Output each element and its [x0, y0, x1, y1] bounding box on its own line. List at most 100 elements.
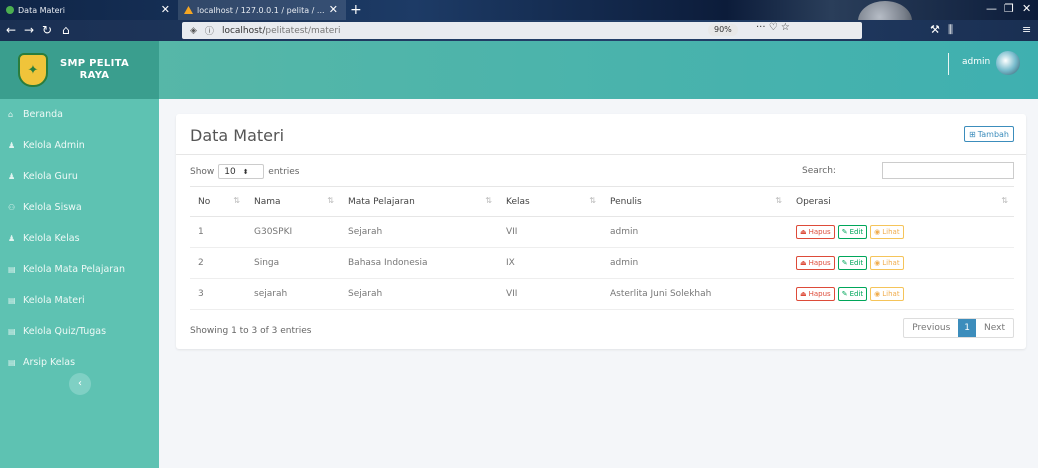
library-icon[interactable]: ⫼	[948, 23, 953, 37]
header-label: Penulis	[610, 196, 642, 207]
view-label: Lihat	[882, 259, 900, 267]
column-header-kelas[interactable]: Kelas ⇅	[498, 186, 602, 217]
view-button[interactable]: ◉ Lihat	[870, 225, 904, 239]
window-close-icon[interactable]: ✕	[1022, 2, 1031, 15]
home-icon: ⌂	[8, 110, 14, 119]
minimize-icon[interactable]: —	[986, 2, 997, 15]
page-length-select[interactable]: 10 ⬍	[218, 164, 265, 179]
cell-penulis: admin	[602, 247, 788, 279]
cell-nama: sejarah	[246, 278, 340, 310]
sort-icon: ⇅	[485, 196, 492, 205]
list-icon: ▤	[8, 296, 16, 305]
delete-button[interactable]: ⏏ Hapus	[796, 287, 835, 301]
edit-icon: ✎	[841, 290, 848, 298]
edit-label: Edit	[849, 259, 864, 267]
pagination: Previous 1 Next	[903, 318, 1014, 338]
previous-button[interactable]: Previous	[904, 319, 958, 337]
menu-icon[interactable]: ≡	[1022, 23, 1031, 36]
eye-icon: ◉	[874, 228, 881, 236]
sidebar-item-kelola-quiz-tugas[interactable]: ▤ Kelola Quiz/Tugas	[0, 316, 159, 347]
sidebar-item-label: Kelola Quiz/Tugas	[23, 326, 107, 337]
cell-kelas: VII	[498, 216, 602, 248]
app-header: ✦ SMP PELITA RAYA admin	[0, 41, 1038, 99]
user-name[interactable]: admin	[962, 57, 990, 67]
cell-kelas: IX	[498, 247, 602, 279]
delete-label: Hapus	[808, 228, 831, 236]
cell-mapel: Sejarah	[340, 216, 498, 248]
delete-button[interactable]: ⏏ Hapus	[796, 256, 835, 270]
edit-icon: ✎	[841, 228, 848, 236]
view-button[interactable]: ◉ Lihat	[870, 256, 904, 270]
column-header-mata-pelajaran[interactable]: Mata Pelajaran ⇅	[340, 186, 498, 217]
edit-button[interactable]: ✎ Edit	[837, 225, 868, 239]
show-label: Show	[190, 166, 215, 177]
sidebar-item-kelola-guru[interactable]: ♟ Kelola Guru	[0, 161, 159, 192]
tab-favicon-icon	[184, 6, 193, 14]
reload-icon[interactable]: ↻	[42, 23, 52, 37]
page-actions-icon[interactable]: ··· ♡ ☆	[756, 22, 790, 33]
column-header-nama[interactable]: Nama ⇅	[246, 186, 340, 217]
tools-icon[interactable]: ⚒	[930, 23, 940, 36]
browser-tab-phpmyadmin[interactable]: localhost / 127.0.0.1 / pelita / ... ✕	[178, 0, 346, 20]
brand[interactable]: ✦ SMP PELITA RAYA	[0, 41, 159, 99]
header-divider	[948, 53, 949, 75]
shield-icon: ◈	[190, 25, 197, 36]
header-label: Operasi	[796, 196, 831, 207]
sidebar: ⌂ Beranda ♟ Kelola Admin ♟ Kelola Guru ⚇ Kel…	[0, 99, 159, 468]
info-icon: ⓘ	[204, 27, 214, 37]
table-row: 3 sejarah Sejarah VII Asterlita Juni Sol…	[190, 278, 1014, 310]
page-1-button[interactable]: 1	[958, 319, 977, 337]
plus-square-icon: ⊞	[968, 129, 976, 139]
trash-icon: ⏏	[800, 228, 807, 236]
sort-icon: ⇅	[589, 196, 596, 205]
sidebar-item-label: Kelola Materi	[23, 295, 85, 306]
maximize-icon[interactable]: ❐	[1004, 2, 1014, 15]
search-input[interactable]	[882, 162, 1014, 179]
sidebar-item-kelola-siswa[interactable]: ⚇ Kelola Siswa	[0, 192, 159, 223]
sidebar-item-kelola-kelas[interactable]: ♟ Kelola Kelas	[0, 223, 159, 254]
user-icon: ♟	[8, 141, 16, 150]
column-header-operasi[interactable]: Operasi ⇅	[788, 186, 1014, 217]
forward-icon[interactable]: →	[24, 23, 34, 37]
school-logo-icon: ✦	[18, 53, 48, 87]
new-tab-icon[interactable]: +	[350, 0, 362, 20]
add-button[interactable]: ⊞ Tambah	[963, 126, 1014, 142]
sidebar-toggle-button[interactable]: ‹	[69, 373, 91, 395]
cell-nama: Singa	[246, 247, 340, 279]
back-icon[interactable]: ←	[6, 23, 16, 37]
table-header-row: No ⇅ Nama ⇅ Mata Pelajaran ⇅ Kelas ⇅ Penulis…	[190, 186, 1014, 217]
tab-title: Data Materi	[18, 5, 66, 15]
header-label: No	[198, 196, 211, 207]
list-icon: ▤	[8, 327, 16, 336]
entries-label: entries	[268, 166, 300, 177]
zoom-badge[interactable]: 90%	[708, 24, 738, 36]
tab-close-icon[interactable]: ✕	[161, 3, 170, 16]
column-header-no[interactable]: No ⇅	[190, 186, 246, 217]
browser-tab-data-materi[interactable]: Data Materi ✕	[0, 0, 178, 20]
next-button[interactable]: Next	[976, 319, 1013, 337]
sidebar-item-kelola-admin[interactable]: ♟ Kelola Admin	[0, 130, 159, 161]
column-header-penulis[interactable]: Penulis ⇅	[602, 186, 788, 217]
cell-nama: G30SPKI	[246, 216, 340, 248]
eye-icon: ◉	[874, 259, 881, 267]
data-materi-card: Data Materi ⊞ Tambah Show 10 ⬍ entries S…	[176, 114, 1026, 349]
sidebar-item-label: Kelola Mata Pelajaran	[23, 264, 126, 275]
avatar[interactable]	[996, 51, 1020, 75]
view-button[interactable]: ◉ Lihat	[870, 287, 904, 301]
sidebar-item-label: Kelola Siswa	[23, 202, 82, 213]
trash-icon: ⏏	[800, 259, 807, 267]
delete-button[interactable]: ⏏ Hapus	[796, 225, 835, 239]
sidebar-item-kelola-mata-pelajaran[interactable]: ▤ Kelola Mata Pelajaran	[0, 254, 159, 285]
cell-operasi: ⏏ Hapus ✎ Edit ◉ Lihat	[788, 216, 1014, 248]
sidebar-item-beranda[interactable]: ⌂ Beranda	[0, 99, 159, 130]
home-icon[interactable]: ⌂	[62, 23, 70, 37]
tab-close-icon[interactable]: ✕	[329, 3, 338, 16]
edit-button[interactable]: ✎ Edit	[837, 287, 868, 301]
cell-operasi: ⏏ Hapus ✎ Edit ◉ Lihat	[788, 247, 1014, 279]
sidebar-item-kelola-materi[interactable]: ▤ Kelola Materi	[0, 285, 159, 316]
cell-no: 1	[190, 216, 246, 248]
page-title: Data Materi	[190, 126, 285, 145]
sidebar-item-label: Arsip Kelas	[23, 357, 76, 368]
sidebar-item-label: Kelola Kelas	[23, 233, 80, 244]
edit-button[interactable]: ✎ Edit	[837, 256, 868, 270]
